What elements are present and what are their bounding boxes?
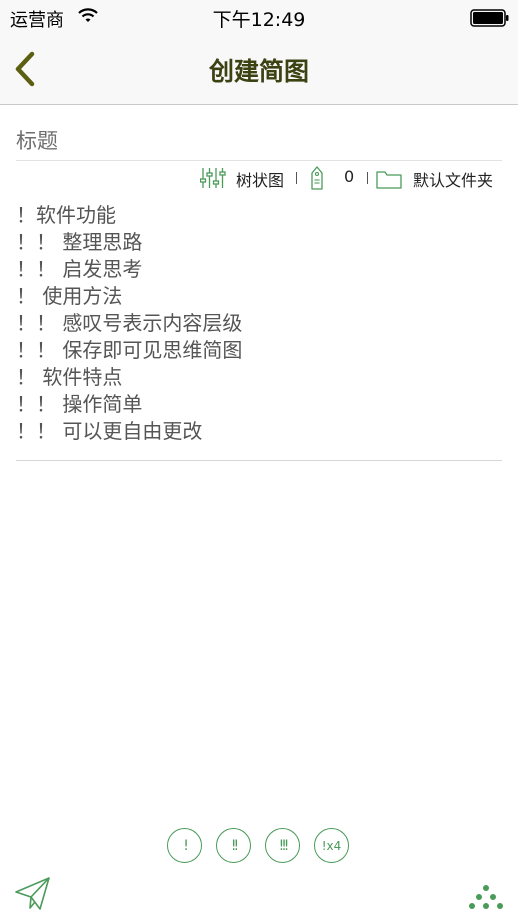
page-title: 创建简图 [208, 57, 309, 86]
battery-icon [470, 9, 509, 27]
layout-selector[interactable]: 树状图 [236, 167, 284, 191]
level-buttons: ! !! !!! ! x4 [0, 828, 518, 868]
tag-icon[interactable] [310, 165, 324, 191]
content-line: ！！ 操作简单 [16, 392, 143, 416]
level-2-button[interactable]: !! [216, 828, 251, 863]
content-line: ！软件功能 [16, 203, 116, 227]
status-time: 下午12:49 [212, 9, 306, 31]
level-1-label: ! [183, 837, 188, 854]
tag-count: 0 [344, 167, 355, 186]
paper-plane-icon[interactable] [14, 876, 52, 912]
content-line: ！！ 可以更自由更改 [16, 419, 203, 443]
editor-toolbar: 树状图 0 默认文件夹 [0, 163, 518, 193]
folder-selector[interactable]: 默认文件夹 [413, 167, 493, 191]
content-editor[interactable]: ！软件功能 ！！ 整理思路 ！！ 启发思考 ！ 使用方法 ！！ 感叹号表示内容层… [16, 202, 502, 445]
navigation-bar: 创建简图 [0, 34, 518, 105]
level-1-button[interactable]: ! [167, 828, 202, 863]
level-4-button[interactable]: ! x4 [314, 828, 349, 863]
content-divider [16, 460, 502, 461]
level-3-label: !!! [278, 837, 290, 854]
status-bar: 运营商 下午12:49 [0, 0, 518, 34]
content-line: ！！ 启发思考 [16, 257, 143, 281]
content-line: ！ 软件特点 [16, 365, 123, 389]
level-2-label: !! [230, 837, 239, 854]
content-line: ！！ 整理思路 [16, 230, 143, 254]
sliders-icon[interactable] [200, 166, 226, 190]
level-3-button[interactable]: !!! [265, 828, 300, 863]
title-input[interactable] [16, 122, 502, 161]
content-line: ！！ 保存即可见思维简图 [16, 338, 243, 362]
dots-triangle-icon[interactable] [466, 884, 506, 910]
folder-icon[interactable] [376, 169, 402, 189]
content-line: ！ 使用方法 [16, 284, 123, 308]
toolbar-divider [367, 172, 368, 184]
level-4-suffix: x4 [326, 838, 342, 853]
content-line: ！！ 感叹号表示内容层级 [16, 311, 243, 335]
toolbar-divider [296, 172, 297, 184]
